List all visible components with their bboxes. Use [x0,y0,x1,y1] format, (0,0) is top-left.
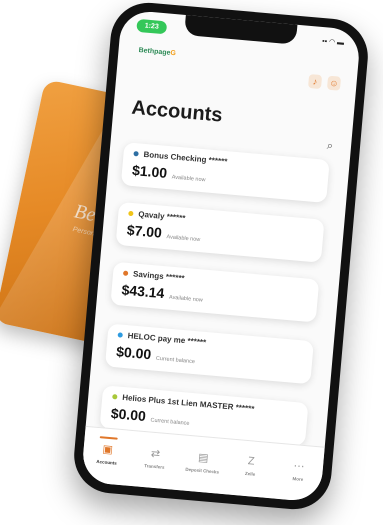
status-icons: ▪▪ ◠ ▬ [321,38,345,47]
accounts-icon: ▣ [101,443,114,457]
account-amount: $0.00 [115,343,152,363]
app-logo: BethpageG [138,47,176,57]
logo-text: Bethpage [138,47,171,57]
tab-label: More [292,476,304,483]
tab-transfers[interactable]: ⇄ Transfers [133,439,177,489]
account-name-text: Qavaly ****** [137,209,186,223]
notifications-icon[interactable]: ♪ [307,73,323,90]
tab-zelle[interactable]: Z Zelle [228,448,272,498]
tab-label: Zelle [244,470,256,477]
account-card[interactable]: Qavaly ****** $7.00 Available now [115,201,325,263]
tab-deposit-checks[interactable]: ▤ Deposit Checks [180,444,224,494]
transfers-icon: ⇄ [150,447,161,461]
tab-more[interactable]: ⋯ More [276,452,320,502]
account-card[interactable]: HELOC pay me ****** $0.00 Current balance [104,323,314,385]
account-amount-label: Available now [171,174,206,184]
zelle-icon: Z [247,455,256,468]
account-amount: $43.14 [121,281,166,302]
logo-mark: G [170,49,177,58]
account-amount-label: Available now [166,234,201,244]
account-dot [122,270,129,276]
account-amount: $7.00 [126,221,163,241]
more-icon: ⋯ [292,460,305,474]
search-icon[interactable]: ⌕ [326,140,333,153]
account-amount-label: Current balance [155,355,196,366]
tab-indicator [99,436,118,440]
header-actions: ♪ ☺ [307,73,342,91]
account-amount-label: Available now [168,294,203,304]
tab-label: Accounts [96,458,118,466]
account-amount-label: Current balance [150,417,190,427]
deposit-icon: ▤ [197,451,210,465]
notch [184,13,298,45]
account-dot [117,332,123,338]
account-amount: $1.00 [131,161,168,181]
account-amount: $0.00 [110,405,147,425]
tab-label: Deposit Checks [185,466,220,475]
tab-label: Transfers [144,463,165,470]
account-name-text: Savings ****** [132,269,185,283]
profile-icon[interactable]: ☺ [326,75,342,91]
account-dot [112,394,118,400]
account-card[interactable]: Bonus Checking ****** $1.00 Available now [120,142,330,203]
status-time: 1:23 [136,18,168,35]
phone: 1:23 ▪▪ ◠ ▬ BethpageG ♪ ☺ Accounts ⌕ Bon… [71,0,371,513]
account-card[interactable]: Savings ****** $43.14 Available now [110,261,320,323]
page-title: Accounts [130,96,224,127]
account-dot [128,210,134,217]
account-dot [133,151,139,157]
tab-accounts[interactable]: ▣ Accounts [85,435,129,485]
phone-screen: 1:23 ▪▪ ◠ ▬ BethpageG ♪ ☺ Accounts ⌕ Bon… [80,9,362,503]
